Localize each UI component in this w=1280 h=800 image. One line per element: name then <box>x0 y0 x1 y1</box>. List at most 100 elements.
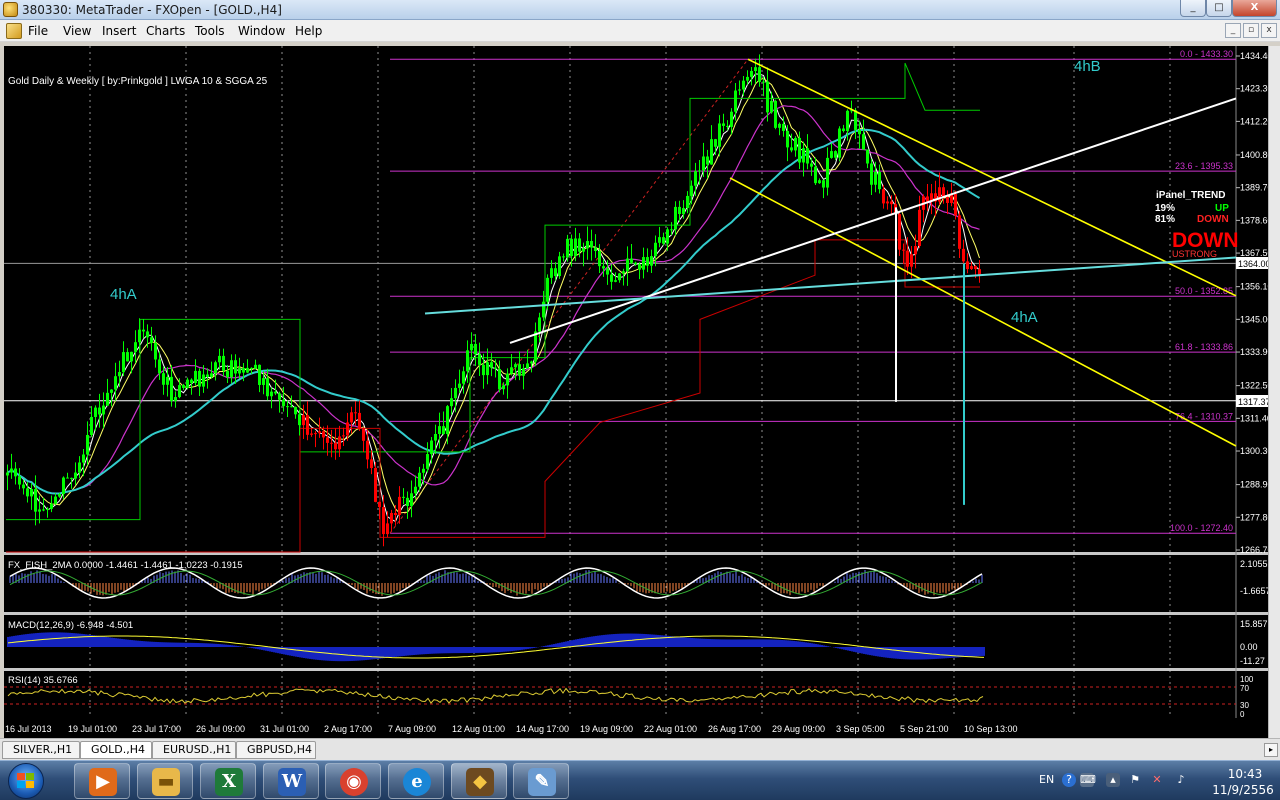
candle-body <box>654 242 657 257</box>
candle-body <box>886 201 889 204</box>
candle-body <box>458 383 461 388</box>
tabs-scroll-button[interactable]: ▸ <box>1264 743 1278 757</box>
tab-silver-h1[interactable]: SILVER.,H1 <box>2 741 80 759</box>
network-icon[interactable]: ✕ <box>1150 773 1164 787</box>
candle-body <box>230 360 233 378</box>
fish-axis-bottom: -1.6657 <box>1240 586 1268 596</box>
candle-body <box>882 189 885 204</box>
windows-taskbar: ▶ ▬ X W ◉ e ◆ ✎ EN ? ⌨ ▴ ⚑ ✕ ♪ 10:43 11/… <box>0 760 1280 800</box>
candle-body <box>662 237 665 244</box>
clock-date[interactable]: 11/9/2556 <box>1210 783 1276 797</box>
candle-body <box>126 352 129 362</box>
taskbar-internet-explorer[interactable]: e <box>388 763 444 799</box>
title-bar[interactable]: 380330: MetaTrader - FXOpen - [GOLD.,H4]… <box>0 0 1280 20</box>
candle-body <box>406 497 409 507</box>
candle-body <box>410 493 413 507</box>
metatrader-app-icon[interactable] <box>3 2 18 17</box>
chart-vertical-scrollbar[interactable] <box>1268 46 1280 738</box>
candle-body <box>334 442 337 450</box>
explorer-folder-icon: ▬ <box>152 768 180 796</box>
minimize-button[interactable]: _ <box>1180 0 1206 17</box>
menu-tools[interactable]: Tools <box>195 24 225 38</box>
mdi-restore-button[interactable]: ▫ <box>1243 23 1259 38</box>
wave-label-4hb: 4hB <box>1074 58 1101 75</box>
notification-arrow-icon[interactable]: ▴ <box>1106 773 1120 787</box>
tab-gold-h4[interactable]: GOLD.,H4 <box>80 741 152 759</box>
volume-icon[interactable]: ♪ <box>1174 773 1188 787</box>
taskbar-explorer[interactable]: ▬ <box>137 763 193 799</box>
candle-body <box>966 261 969 270</box>
menu-view[interactable]: View <box>63 24 91 38</box>
candle-body <box>178 385 181 398</box>
candle-body <box>650 256 653 266</box>
hline-price-label: 1317.37 <box>1238 397 1268 407</box>
candle-body <box>414 486 417 494</box>
close-button[interactable]: X <box>1232 0 1277 17</box>
ipanel-down: DOWN <box>1197 214 1229 225</box>
tab-gbpusd-h4[interactable]: GBPUSD,H4 <box>236 741 316 759</box>
candle-body <box>390 512 393 524</box>
pane-separator <box>4 612 1268 615</box>
taskbar-metatrader[interactable]: ◆ <box>451 763 507 799</box>
candle-body <box>386 523 389 535</box>
taskbar-media-player[interactable]: ▶ <box>74 763 130 799</box>
taskbar-chrome[interactable]: ◉ <box>325 763 381 799</box>
candle-body <box>346 422 349 436</box>
candle-body <box>246 367 249 373</box>
chart-window-icon[interactable] <box>6 23 22 39</box>
candle-body <box>370 459 373 469</box>
candle-body <box>522 368 525 376</box>
keyboard-icon[interactable]: ⌨ <box>1080 773 1096 787</box>
candle-body <box>470 343 473 351</box>
candle-body <box>690 185 693 196</box>
mdi-close-button[interactable]: x <box>1261 23 1277 38</box>
price-tick-label: 1389.70 <box>1240 183 1268 193</box>
candle-body <box>142 329 145 332</box>
candle-body <box>962 248 965 262</box>
media-player-icon: ▶ <box>89 768 117 796</box>
menu-window[interactable]: Window <box>238 24 285 38</box>
ipanel-pct-down: 81% <box>1155 214 1175 225</box>
maximize-button[interactable]: □ <box>1206 0 1232 17</box>
candle-body <box>418 472 421 487</box>
candle-body <box>138 329 141 343</box>
candle-body <box>546 277 549 302</box>
menu-charts[interactable]: Charts <box>146 24 185 38</box>
macd-indicator-label: MACD(12,26,9) -6.948 -4.501 <box>8 620 133 631</box>
candle-body <box>66 477 69 479</box>
candle-body <box>190 379 193 384</box>
gold-h4-chart[interactable]: 0.0 - 1433.30 23.6 - 1395.33 50.0 - 1352.8… <box>0 42 1268 738</box>
candle-body <box>318 431 321 434</box>
candle-body <box>598 250 601 267</box>
candle-body <box>286 406 289 408</box>
menu-insert[interactable]: Insert <box>102 24 136 38</box>
start-button[interactable] <box>8 763 44 799</box>
candle-body <box>186 379 189 388</box>
taskbar-excel[interactable]: X <box>200 763 256 799</box>
candle-body <box>98 407 101 415</box>
current-price-label: 1364.00 <box>1238 259 1268 269</box>
menu-help[interactable]: Help <box>295 24 322 38</box>
mdi-minimize-button[interactable]: _ <box>1225 23 1241 38</box>
candle-body <box>54 496 57 504</box>
candle-body <box>10 468 13 473</box>
candle-body <box>794 137 797 151</box>
action-center-flag-icon[interactable]: ⚑ <box>1128 773 1142 787</box>
tab-eurusd-h1[interactable]: EURUSD.,H1 <box>152 741 236 759</box>
date-tick-label: 16 Jul 2013 <box>5 724 52 734</box>
candle-body <box>202 374 205 387</box>
taskbar-word[interactable]: W <box>263 763 319 799</box>
ipanel-title: iPanel_TREND <box>1156 190 1225 201</box>
taskbar-paint[interactable]: ✎ <box>513 763 569 799</box>
clock-time[interactable]: 10:43 <box>1215 767 1275 781</box>
candle-body <box>914 246 917 255</box>
candle-body <box>954 193 957 216</box>
candle-body <box>454 387 457 399</box>
candle-body <box>326 437 329 443</box>
menu-file[interactable]: File <box>28 24 48 38</box>
metatrader-app: 380330: MetaTrader - FXOpen - [GOLD.,H4]… <box>0 0 1280 800</box>
chart-window: 0.0 - 1433.30 23.6 - 1395.33 50.0 - 1352.8… <box>0 42 1280 738</box>
chart-tabs-bar: SILVER.,H1 GOLD.,H4 EURUSD.,H1 GBPUSD,H4… <box>0 738 1280 760</box>
help-icon[interactable]: ? <box>1062 773 1076 787</box>
language-indicator[interactable]: EN <box>1039 773 1054 786</box>
